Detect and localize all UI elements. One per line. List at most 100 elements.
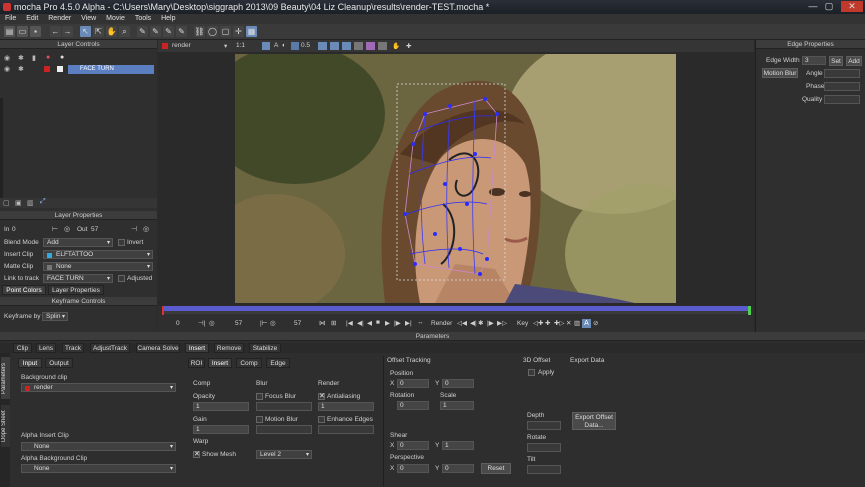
overlay-opacity[interactable]: 0.5 — [301, 42, 310, 49]
menu-help[interactable]: Help — [161, 15, 175, 22]
go-start-icon[interactable]: |◀ — [346, 319, 353, 327]
focus-blur-field[interactable] — [256, 402, 312, 411]
mesh-view-icon[interactable] — [342, 42, 351, 50]
tab-remove[interactable]: Remove — [214, 343, 244, 353]
menu-render[interactable]: Render — [48, 15, 71, 22]
clip-dropdown-icon[interactable]: ▾ — [224, 42, 227, 50]
depth-field[interactable] — [527, 421, 561, 430]
blend-mode-dropdown[interactable]: Add — [43, 238, 113, 247]
edge-width-field[interactable]: 3 — [802, 56, 826, 65]
circle-tool-icon[interactable]: ◯ — [207, 26, 218, 37]
perspective-y-field[interactable]: 0 — [442, 464, 474, 473]
out-set-icon[interactable]: ⊣ — [131, 225, 137, 233]
bounce-icon[interactable]: ⋈ — [319, 319, 326, 327]
tab-lens[interactable]: Lens — [36, 343, 56, 353]
tab-edge[interactable]: Edge — [266, 358, 290, 368]
quality-field[interactable] — [824, 95, 860, 104]
pan-tool-icon[interactable]: ✋ — [106, 26, 117, 37]
keyframe-mode-icon[interactable]: ▥ — [574, 319, 580, 327]
surface-view-icon[interactable] — [330, 42, 339, 50]
invert-checkbox[interactable] — [118, 239, 125, 246]
tab-comp[interactable]: Comp — [236, 358, 262, 368]
tab-input[interactable]: Input — [18, 358, 42, 368]
set-button[interactable]: Set — [829, 56, 843, 66]
current-frame-value[interactable]: 57 — [235, 320, 242, 327]
key-reset-icon[interactable]: ⊘ — [593, 319, 598, 327]
gain-field[interactable]: 1 — [193, 425, 249, 434]
auto-key-icon[interactable]: A — [582, 319, 591, 328]
layer-track-icon[interactable]: ✱ — [18, 65, 24, 73]
insert-view-icon[interactable] — [366, 42, 375, 50]
render-prev-icon[interactable]: ◀| — [470, 319, 477, 327]
add-xspline-icon[interactable]: ✎ — [150, 26, 161, 37]
motion-blur-checkbox[interactable] — [256, 416, 263, 423]
motion-blur-toggle[interactable]: Motion Blur — [762, 68, 798, 78]
shear-x-field[interactable]: 0 — [397, 441, 429, 450]
rotate-field[interactable] — [527, 443, 561, 452]
render-forward-icon[interactable]: ▶▷ — [497, 319, 507, 327]
viewer-image[interactable] — [235, 54, 676, 303]
view-mode-icon[interactable] — [318, 42, 327, 50]
go-end-icon[interactable]: ▶| — [405, 319, 412, 327]
select-all-icon[interactable]: ⇱ — [93, 26, 104, 37]
xspline-tool-icon[interactable]: ✎ — [137, 26, 148, 37]
export-offset-data-button[interactable]: Export Offset Data... — [572, 412, 616, 430]
move-tool-icon[interactable]: ✛ — [233, 26, 244, 37]
delete-keyframe-icon[interactable]: ✕ — [566, 319, 571, 327]
matte-clip-dropdown[interactable]: None — [43, 262, 153, 271]
stop-icon[interactable]: ■ — [376, 319, 380, 326]
tab-insert-sub[interactable]: Insert — [208, 358, 232, 368]
zoom-select[interactable]: 1:1 — [236, 42, 245, 49]
layer-matte-swatch[interactable] — [57, 66, 63, 72]
out-value[interactable]: 57 — [91, 226, 98, 233]
expand-icon[interactable]: ⤢ — [40, 198, 46, 206]
layer-visible-icon[interactable]: ◉ — [4, 65, 10, 73]
position-y-field[interactable]: 0 — [442, 379, 474, 388]
in-point-marker[interactable] — [162, 306, 164, 315]
tab-insert[interactable]: Insert — [185, 343, 209, 353]
bezier-tool-icon[interactable]: ✎ — [163, 26, 174, 37]
alpha-toggle[interactable]: A — [274, 42, 278, 49]
render-back-icon[interactable]: ◁◀ — [457, 319, 467, 327]
render-settings-icon[interactable]: ✱ — [478, 319, 483, 327]
channel-icon[interactable] — [262, 42, 270, 50]
render-next-icon[interactable]: |▶ — [487, 319, 494, 327]
adjusted-checkbox[interactable] — [118, 275, 125, 282]
timeline-start-value[interactable]: 0 — [176, 320, 180, 327]
loop-mode-icon[interactable]: ↔ — [417, 319, 424, 326]
in-value[interactable]: 0 — [12, 226, 16, 233]
tab-adjusttrack[interactable]: AdjustTrack — [90, 343, 130, 353]
add-keyframe-icon[interactable]: ✚ — [545, 319, 550, 327]
prev-key-icon[interactable]: ◀| — [357, 319, 364, 327]
redo-icon[interactable]: → — [62, 26, 73, 37]
mesh-level-dropdown[interactable]: Level 2 — [256, 450, 312, 459]
layer-color-swatch[interactable] — [44, 66, 50, 72]
timeline-end-value[interactable]: 57 — [294, 320, 301, 327]
close-button[interactable]: ✕ — [841, 1, 863, 12]
menu-tools[interactable]: Tools — [135, 15, 151, 22]
in-set-icon[interactable]: ⊢ — [52, 225, 58, 233]
reset-button[interactable]: Reset — [481, 463, 511, 474]
add-button[interactable]: Add — [846, 56, 862, 66]
viewer-clip-select[interactable]: render — [172, 42, 191, 49]
antialiasing-checkbox[interactable]: ✕ — [318, 393, 325, 400]
new-project-icon[interactable]: ▤ — [4, 26, 15, 37]
background-clip-dropdown[interactable]: render — [21, 383, 176, 392]
keyframe-by-dropdown[interactable]: Splin — [42, 312, 68, 321]
surface-tool-icon[interactable]: ▦ — [246, 26, 257, 37]
focus-blur-checkbox[interactable] — [256, 393, 263, 400]
pick-tool-icon[interactable]: ↖ — [80, 26, 91, 37]
new-layer-icon[interactable]: ▢ — [3, 199, 10, 207]
tab-track[interactable]: Track — [62, 343, 84, 353]
matte-overlay-icon[interactable] — [291, 42, 299, 50]
alpha-insert-dropdown[interactable]: None — [21, 442, 176, 451]
position-x-field[interactable]: 0 — [397, 379, 429, 388]
in-clear-icon[interactable]: ◎ — [209, 319, 215, 327]
menu-file[interactable]: File — [5, 15, 16, 22]
zoom-tool-icon[interactable]: ⌕ — [119, 26, 130, 37]
undo-icon[interactable]: ← — [50, 26, 61, 37]
opacity-field[interactable]: 1 — [193, 402, 249, 411]
insert-clip-dropdown[interactable]: ELFTATTOO — [43, 250, 153, 259]
save-project-icon[interactable]: ▪ — [30, 26, 41, 37]
angle-field[interactable] — [824, 69, 860, 78]
